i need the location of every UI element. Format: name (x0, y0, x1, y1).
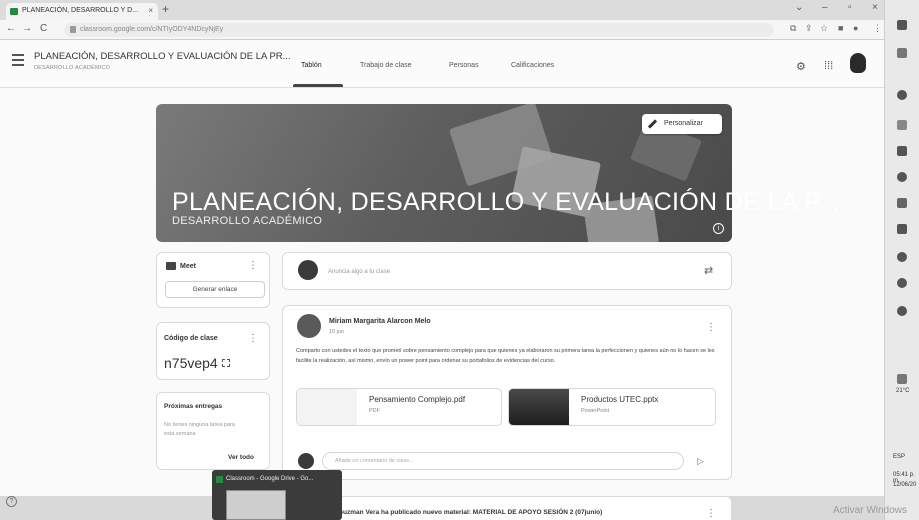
attachment-name: Productos UTEC.pptx (581, 395, 659, 404)
class-section: DESARROLLO ACADÉMICO (34, 65, 111, 71)
forward-icon[interactable]: → (22, 23, 32, 34)
banner-title: PLANEACIÓN, DESARROLLO Y EVALUACIÓN DE L… (172, 188, 840, 216)
post-kebab-icon[interactable]: ⋮ (706, 322, 716, 333)
chrome-alt-icon[interactable] (897, 278, 907, 288)
extension-icon[interactable]: ⧉ (790, 23, 796, 34)
close-window-icon[interactable]: × (872, 2, 878, 13)
star-icon[interactable]: ☆ (820, 23, 828, 34)
document-icon[interactable] (897, 198, 907, 208)
author-avatar (297, 314, 321, 338)
upcoming-title: Próximas entregas (164, 403, 223, 410)
maximize-icon[interactable]: ▫ (848, 2, 852, 13)
user-avatar (298, 260, 318, 280)
taskbar-preview-image (226, 490, 286, 520)
class-title[interactable]: PLANEACIÓN, DESARROLLO Y EVALUACIÓN DE L… (34, 51, 291, 62)
address-bar: ← → C classroom.google.com/c/NTIyODY4NDc… (0, 20, 890, 40)
activate-windows-watermark: Activar Windows (833, 505, 907, 516)
back-icon[interactable]: ← (6, 23, 16, 34)
active-tab-indicator (293, 84, 343, 87)
tab-personas[interactable]: Personas (449, 62, 479, 69)
close-tab-icon[interactable]: × (148, 6, 153, 15)
customize-label: Personalizar (664, 120, 703, 127)
repost-icon[interactable]: ⇄ (704, 264, 713, 277)
app-icon[interactable] (897, 90, 907, 100)
profile-icon[interactable]: ● (853, 23, 858, 33)
post2-card[interactable] (282, 496, 732, 520)
minimize-icon[interactable]: – (822, 2, 828, 13)
wifi-icon[interactable] (897, 120, 907, 130)
meet-title: Meet (180, 263, 196, 270)
class-code-kebab-icon[interactable]: ⋮ (248, 333, 258, 344)
comment-avatar (298, 453, 314, 469)
tag-icon[interactable] (897, 48, 907, 58)
weather-icon (897, 374, 907, 384)
classroom-favicon-icon (216, 476, 223, 483)
settings-icon[interactable]: ⚙ (796, 60, 806, 73)
see-all-link[interactable]: Ver todo (228, 454, 254, 461)
weather-temp: 21°C (896, 388, 910, 394)
extension-square-icon[interactable]: ■ (838, 23, 843, 33)
lock-icon (70, 26, 76, 33)
attachment-type: PDF (369, 408, 380, 414)
tab-calificaciones[interactable]: Calificaciones (511, 62, 554, 69)
url-input[interactable]: classroom.google.com/c/NTIyODY4NDcyNjEy (64, 23, 774, 37)
browser-menu-icon[interactable]: ⋮ (873, 23, 882, 34)
help-icon[interactable]: ? (6, 496, 17, 507)
browser-tab[interactable]: PLANEACIÓN, DESARROLLO Y D... × (6, 3, 158, 20)
generate-link-button[interactable]: Generar enlace (165, 281, 265, 298)
customize-button[interactable]: Personalizar (642, 114, 722, 134)
tab-search-icon[interactable]: ⌄ (795, 2, 803, 13)
post-date: 10 jun (329, 329, 344, 335)
tab-trabajo-de-clase[interactable]: Trabajo de clase (360, 62, 412, 69)
info-icon[interactable]: i (713, 223, 724, 234)
pdf-thumbnail (297, 389, 357, 425)
fullscreen-icon[interactable] (222, 359, 230, 367)
post-text: Comparto con ustedes el texto que promet… (296, 348, 715, 364)
share-icon[interactable]: ⇪ (805, 23, 813, 34)
reload-icon[interactable]: C (40, 23, 47, 34)
account-avatar[interactable] (850, 53, 866, 73)
tab-title: PLANEACIÓN, DESARROLLO Y D... (22, 7, 139, 14)
video-camera-icon (166, 262, 176, 270)
language-indicator[interactable]: ESP (893, 454, 905, 460)
post2-kebab-icon[interactable]: ⋮ (706, 508, 716, 519)
upcoming-text: No tienes ninguna tarea para esta semana (164, 422, 235, 437)
app2-icon[interactable] (897, 306, 907, 316)
banner-subtitle: DESARROLLO ACADÉMICO (172, 215, 323, 227)
office-icon[interactable] (897, 146, 907, 156)
word-icon[interactable] (897, 224, 907, 234)
apps-grid-icon[interactable]: ⁞⁞⁞ (824, 60, 833, 72)
attachment-type: PowerPoint (581, 408, 610, 414)
new-tab-button[interactable]: + (162, 2, 169, 16)
url-text: classroom.google.com/c/NTIyODY4NDcyNjEy (80, 26, 224, 33)
class-code-label: Código de clase (164, 335, 218, 342)
pptx-thumbnail (509, 389, 569, 425)
edge-icon[interactable] (897, 172, 907, 182)
tab-strip: PLANEACIÓN, DESARROLLO Y D... × + ⌄ – ▫ … (0, 0, 890, 20)
class-code-card (156, 322, 270, 380)
search-icon[interactable] (897, 20, 907, 30)
post2-text: Guzman Vera ha publicado nuevo material:… (338, 509, 603, 516)
menu-icon[interactable] (12, 54, 24, 69)
announce-placeholder[interactable]: Anuncia algo a tu clase (328, 269, 390, 275)
classroom-header: PLANEACIÓN, DESARROLLO Y EVALUACIÓN DE L… (0, 40, 884, 88)
post-author: Miriam Margarita Alarcon Melo (329, 318, 431, 325)
send-icon[interactable]: ▷ (697, 456, 704, 467)
taskbar-preview-title: Classroom - Google Drive - Go... (226, 476, 314, 482)
class-code-value: n75vep4 (164, 355, 218, 371)
clock-date[interactable]: 12/06/20 (893, 482, 916, 488)
pencil-icon (647, 119, 658, 129)
comment-input[interactable]: Añade un comentario de clase... (322, 452, 684, 470)
attachment-name: Pensamiento Complejo.pdf (369, 395, 466, 404)
classroom-favicon-icon (10, 8, 18, 15)
chrome-icon[interactable] (897, 252, 907, 262)
attachment-pdf[interactable]: Pensamiento Complejo.pdf PDF (296, 388, 502, 426)
tab-tablon[interactable]: Tablón (301, 62, 322, 69)
meet-kebab-icon[interactable]: ⋮ (248, 260, 258, 271)
attachment-pptx[interactable]: Productos UTEC.pptx PowerPoint (508, 388, 716, 426)
